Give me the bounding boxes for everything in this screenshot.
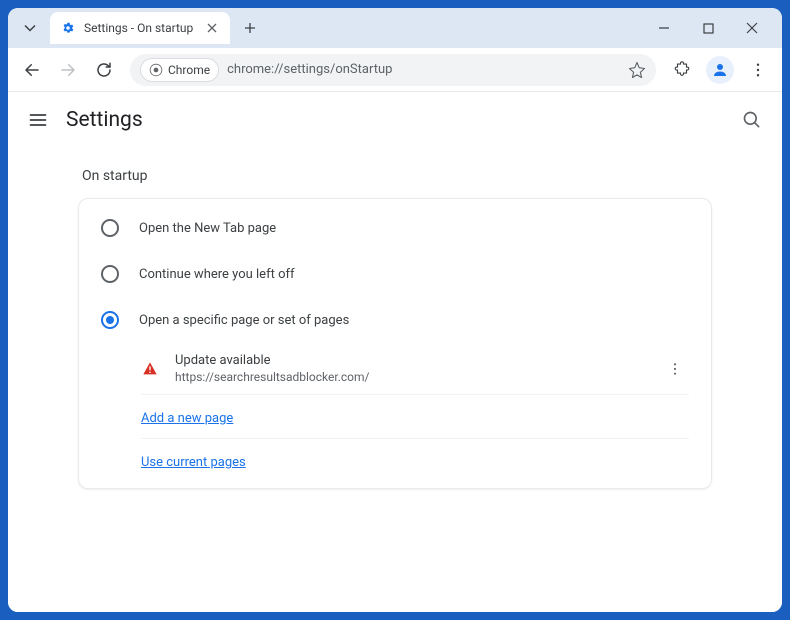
tab-strip: Settings - On startup [8,8,782,48]
radio-button[interactable] [101,219,119,237]
close-icon[interactable] [204,20,220,36]
arrow-left-icon [23,61,41,79]
use-current-row: Use current pages [141,439,689,482]
settings-header: Settings [8,92,782,148]
page-name: Update available [175,353,661,368]
add-page-row: Add a new page [141,395,689,439]
gear-icon [60,20,76,36]
puzzle-icon [673,61,691,79]
chrome-icon [149,63,163,77]
reload-button[interactable] [88,54,120,86]
dots-vertical-icon [749,61,767,79]
alert-icon [141,360,159,378]
page-title: Settings [66,108,143,132]
startup-pages-list: Update available https://searchresultsad… [79,343,711,482]
option-label: Open the New Tab page [139,221,276,236]
avatar-icon [711,61,729,79]
page-url: https://searchresultsadblocker.com/ [175,370,661,384]
extensions-button[interactable] [666,54,698,86]
option-continue[interactable]: Continue where you left off [79,251,711,297]
option-specific-pages[interactable]: Open a specific page or set of pages [79,297,711,343]
close-icon [746,22,758,34]
radio-button[interactable] [101,265,119,283]
tab-title: Settings - On startup [84,21,204,35]
new-tab-button[interactable] [236,14,264,42]
bookmark-button[interactable] [628,61,646,79]
page-content: Settings On startup Open the New Tab pag… [8,92,782,612]
minimize-icon [658,22,670,34]
settings-search-button[interactable] [742,110,762,130]
browser-tab[interactable]: Settings - On startup [50,12,230,44]
page-more-button[interactable] [661,355,689,383]
close-window-button[interactable] [730,10,774,46]
star-icon [628,61,646,79]
arrow-right-icon [59,61,77,79]
tab-search-button[interactable] [16,14,44,42]
profile-button[interactable] [706,56,734,84]
menu-button[interactable] [742,54,774,86]
forward-button[interactable] [52,54,84,86]
toolbar: Chrome chrome://settings/onStartup [8,48,782,92]
maximize-button[interactable] [686,10,730,46]
use-current-pages-link[interactable]: Use current pages [141,455,246,470]
option-label: Continue where you left off [139,267,295,282]
maximize-icon [703,23,714,34]
search-icon [742,110,762,130]
hamburger-button[interactable] [28,110,48,130]
on-startup-card: Open the New Tab page Continue where you… [78,198,712,489]
dots-vertical-icon [667,361,683,377]
hamburger-icon [28,110,48,130]
add-new-page-link[interactable]: Add a new page [141,411,233,426]
reload-icon [95,61,113,79]
url-text: chrome://settings/onStartup [227,62,392,77]
option-label: Open a specific page or set of pages [139,313,349,328]
minimize-button[interactable] [642,10,686,46]
site-chip[interactable]: Chrome [140,58,219,82]
radio-button[interactable] [101,311,119,329]
section-title: On startup [82,168,712,184]
option-new-tab[interactable]: Open the New Tab page [79,205,711,251]
plus-icon [244,22,256,34]
back-button[interactable] [16,54,48,86]
startup-page-row: Update available https://searchresultsad… [141,343,689,395]
address-bar[interactable]: Chrome chrome://settings/onStartup [130,54,656,86]
chevron-down-icon [24,22,36,34]
chip-label: Chrome [168,63,210,77]
